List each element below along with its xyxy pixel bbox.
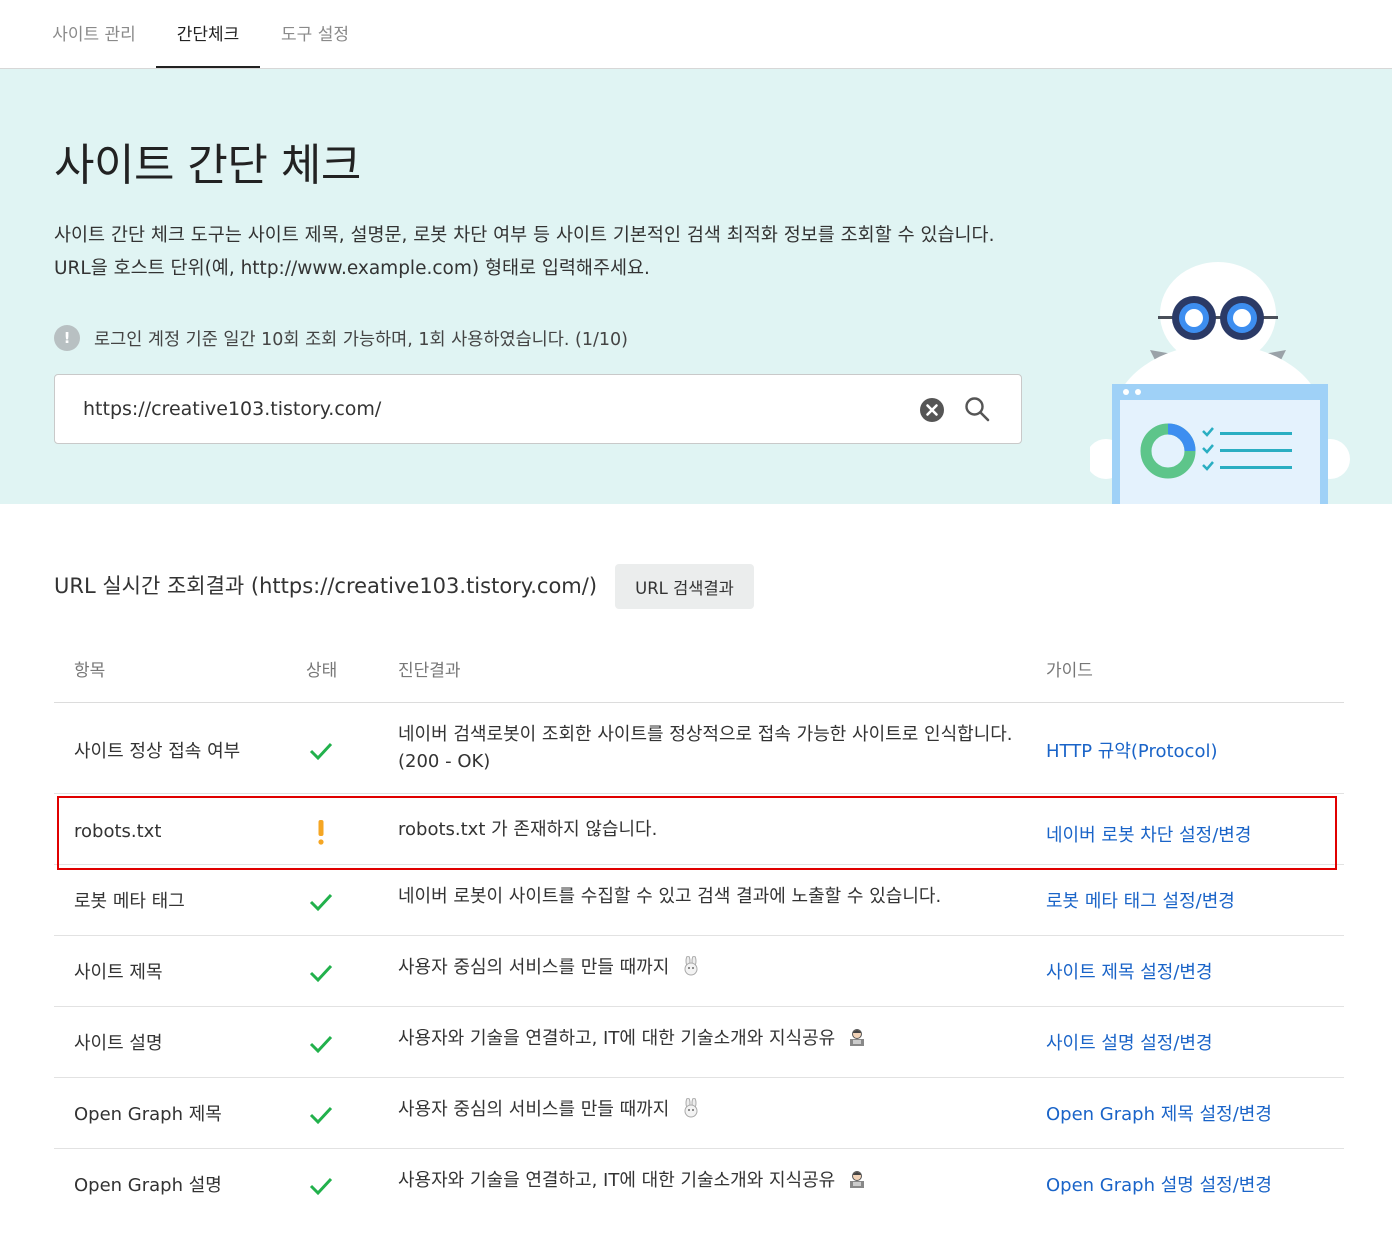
usage-notice: ! 로그인 계정 기준 일간 10회 조회 가능하며, 1회 사용하였습니다. … <box>54 325 628 351</box>
row-result: 사용자 중심의 서비스를 만들 때까지 <box>398 954 1038 981</box>
header-item: 항목 <box>74 661 106 681</box>
row-item: Open Graph 설명 <box>74 1175 222 1196</box>
row-result: robots.txt 가 존재하지 않습니다. <box>398 819 658 840</box>
results-title: URL 실시간 조회결과 (https://creative103.tistor… <box>54 574 598 598</box>
rabbit-icon <box>684 956 698 976</box>
info-icon: ! <box>54 325 80 351</box>
guide-link[interactable]: HTTP 규약(Protocol) <box>1046 737 1218 763</box>
description-line-2: URL을 호스트 단위(예, http://www.example.com) 형… <box>54 258 650 279</box>
description-line-1: 사이트 간단 체크 도구는 사이트 제목, 설명문, 로봇 차단 여부 등 사이… <box>54 225 995 246</box>
check-icon <box>309 964 333 983</box>
check-icon <box>309 1035 333 1054</box>
search-icon[interactable] <box>963 395 991 423</box>
technologist-icon <box>849 1171 864 1188</box>
row-result-text: 사용자 중심의 서비스를 만들 때까지 <box>398 957 670 978</box>
top-nav: 사이트 관리 간단체크 도구 설정 <box>0 0 1392 69</box>
row-result: 사용자와 기술을 연결하고, IT에 대한 기술소개와 지식공유 <box>398 1025 1038 1052</box>
tab-tool-settings[interactable]: 도구 설정 <box>280 20 350 68</box>
check-icon <box>309 742 333 761</box>
table-row: Open Graph 제목 사용자 중심의 서비스를 만들 때까지 Open G… <box>54 1078 1344 1149</box>
row-item: Open Graph 제목 <box>74 1104 222 1125</box>
row-item: 로봇 메타 태그 <box>74 891 185 912</box>
header-result: 진단결과 <box>398 661 461 681</box>
tab-label: 간단체크 <box>176 25 240 45</box>
check-icon <box>309 1177 333 1196</box>
url-input[interactable] <box>83 393 883 425</box>
technologist-icon <box>849 1029 864 1046</box>
row-result-text: 사용자와 기술을 연결하고, IT에 대한 기술소개와 지식공유 <box>398 1170 836 1191</box>
tab-label: 사이트 관리 <box>52 25 136 45</box>
header-status: 상태 <box>306 661 338 681</box>
clear-icon[interactable] <box>919 397 945 423</box>
row-item: 사이트 설명 <box>74 1033 163 1054</box>
guide-link[interactable]: 네이버 로봇 차단 설정/변경 <box>1046 821 1251 847</box>
results-table: 항목 상태 진단결과 가이드 사이트 정상 접속 여부 네이버 검색로봇이 조회… <box>54 632 1344 1220</box>
table-row: Open Graph 설명 사용자와 기술을 연결하고, IT에 대한 기술소개… <box>54 1149 1344 1220</box>
table-row: 로봇 메타 태그 네이버 로봇이 사이트를 수집할 수 있고 검색 결과에 노출… <box>54 865 1344 936</box>
table-row: 사이트 정상 접속 여부 네이버 검색로봇이 조회한 사이트를 정상적으로 접속… <box>54 703 1344 794</box>
url-search-result-button[interactable]: URL 검색결과 <box>615 564 754 609</box>
row-item: 사이트 제목 <box>74 962 163 983</box>
row-result-text: 사용자와 기술을 연결하고, IT에 대한 기술소개와 지식공유 <box>398 1028 836 1049</box>
guide-link[interactable]: 사이트 설명 설정/변경 <box>1046 1029 1213 1055</box>
guide-link[interactable]: Open Graph 설명 설정/변경 <box>1046 1171 1272 1197</box>
header-guide: 가이드 <box>1046 661 1093 681</box>
table-header: 항목 상태 진단결과 가이드 <box>54 632 1344 703</box>
guide-link[interactable]: Open Graph 제목 설정/변경 <box>1046 1100 1272 1126</box>
tab-label: 도구 설정 <box>281 25 349 45</box>
hero-section: 사이트 간단 체크 사이트 간단 체크 도구는 사이트 제목, 설명문, 로봇 … <box>0 69 1392 504</box>
tab-site-management[interactable]: 사이트 관리 <box>52 20 136 68</box>
robot-illustration <box>1090 262 1350 504</box>
warning-icon <box>318 820 324 845</box>
row-result: 네이버 로봇이 사이트를 수집할 수 있고 검색 결과에 노출할 수 있습니다. <box>398 886 942 907</box>
page-title: 사이트 간단 체크 <box>54 140 361 191</box>
rabbit-icon <box>684 1098 698 1118</box>
row-result-line-1: 네이버 검색로봇이 조회한 사이트를 정상적으로 접속 가능한 사이트로 인식합… <box>398 724 1013 745</box>
row-result: 네이버 검색로봇이 조회한 사이트를 정상적으로 접속 가능한 사이트로 인식합… <box>398 721 1038 775</box>
row-item: 사이트 정상 접속 여부 <box>74 741 241 762</box>
table-row: 사이트 제목 사용자 중심의 서비스를 만들 때까지 사이트 제목 설정/변경 <box>54 936 1344 1007</box>
tab-simple-check[interactable]: 간단체크 <box>156 20 260 68</box>
guide-link[interactable]: 로봇 메타 태그 설정/변경 <box>1046 887 1235 913</box>
usage-notice-text: 로그인 계정 기준 일간 10회 조회 가능하며, 1회 사용하였습니다. (1… <box>94 329 628 350</box>
row-item: robots.txt <box>74 821 162 842</box>
row-result: 사용자 중심의 서비스를 만들 때까지 <box>398 1096 1038 1123</box>
page-description: 사이트 간단 체크 도구는 사이트 제목, 설명문, 로봇 차단 여부 등 사이… <box>54 219 1054 285</box>
table-row: robots.txt robots.txt 가 존재하지 않습니다. 네이버 로… <box>54 794 1344 865</box>
check-icon <box>309 893 333 912</box>
table-row: 사이트 설명 사용자와 기술을 연결하고, IT에 대한 기술소개와 지식공유 … <box>54 1007 1344 1078</box>
check-icon <box>309 1106 333 1125</box>
guide-link[interactable]: 사이트 제목 설정/변경 <box>1046 958 1213 984</box>
row-result-text: 사용자 중심의 서비스를 만들 때까지 <box>398 1099 670 1120</box>
row-result-line-2: (200 - OK) <box>398 751 491 772</box>
row-result: 사용자와 기술을 연결하고, IT에 대한 기술소개와 지식공유 <box>398 1167 1038 1194</box>
url-search-box <box>54 374 1022 444</box>
